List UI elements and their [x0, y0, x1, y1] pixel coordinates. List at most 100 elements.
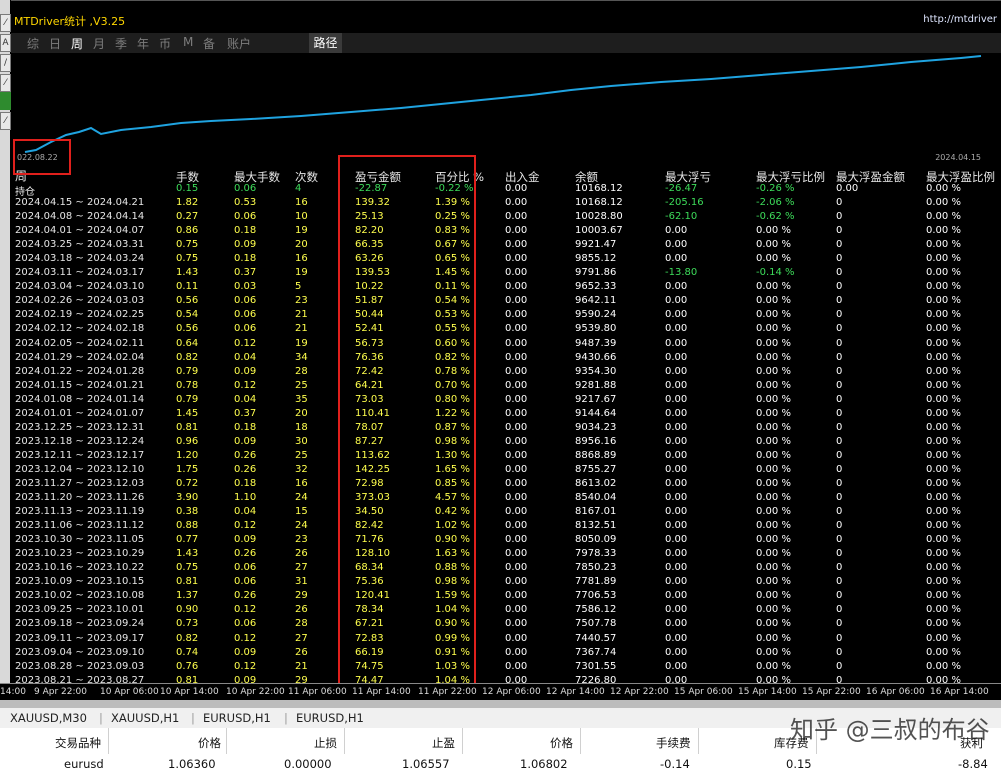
table-cell: 0.00 %	[926, 309, 961, 321]
table-row[interactable]: 2023.10.16 ~ 2023.10.22 0.75 0.06 27 68.34 0.…	[11, 562, 1001, 576]
symbol-tab[interactable]: EURUSD,H1	[203, 711, 271, 725]
table-row[interactable]: 2023.12.04 ~ 2023.12.10 1.75 0.26 32 142.25 1…	[11, 464, 1001, 478]
tab-account[interactable]: 账户	[227, 35, 251, 52]
toolbar-button[interactable]: /	[0, 54, 11, 72]
table-row[interactable]: 2023.10.09 ~ 2023.10.15 0.81 0.06 31 75.36 0.…	[11, 576, 1001, 590]
table-cell: 0.00 %	[756, 562, 791, 574]
col-stop-loss[interactable]: 止损	[314, 735, 337, 751]
toolbar-button[interactable]: ⁄	[0, 112, 11, 130]
col-symbol[interactable]: 交易品种	[55, 735, 101, 751]
table-cell: 0.00	[665, 590, 688, 602]
table-cell: 8956.16	[575, 435, 617, 447]
table-cell: 2023.11.27 ~ 2023.12.03	[15, 477, 145, 489]
tab-year[interactable]: 年	[137, 35, 149, 52]
table-row[interactable]: 2024.03.25 ~ 2024.03.31 0.75 0.09 20 66.35 0.…	[11, 239, 1001, 253]
table-cell: 0.00 %	[756, 463, 791, 475]
table-cell: 2024.04.15 ~ 2024.04.21	[15, 197, 145, 209]
table-row[interactable]: 2023.12.18 ~ 2023.12.24 0.96 0.09 30 87.27 0.…	[11, 436, 1001, 450]
tab-quarter[interactable]: 季	[115, 35, 127, 52]
toolbar-button[interactable]: ⁄	[0, 14, 11, 32]
table-cell: 9791.86	[575, 267, 617, 279]
table-row[interactable]: 2023.10.02 ~ 2023.10.08 1.37 0.26 29 120.41 1…	[11, 590, 1001, 604]
tab-month[interactable]: 月	[93, 35, 105, 52]
table-cell: 持仓	[15, 187, 35, 198]
table-row[interactable]: 2023.11.27 ~ 2023.12.03 0.72 0.18 16 72.98 0.…	[11, 478, 1001, 492]
tab-week[interactable]: 周	[71, 35, 83, 52]
table-row[interactable]: 2023.10.23 ~ 2023.10.29 1.43 0.26 26 128.10 1…	[11, 548, 1001, 562]
chart-end-date: 2024.04.15	[935, 153, 981, 162]
table-row[interactable]: 2023.09.04 ~ 2023.09.10 0.74 0.09 26 66.19 0.…	[11, 647, 1001, 661]
table-cell: 0	[836, 365, 843, 377]
table-row[interactable]: 2024.02.26 ~ 2024.03.03 0.56 0.06 23 51.87 0.…	[11, 295, 1001, 309]
table-row[interactable]: 2024.01.08 ~ 2024.01.14 0.79 0.04 35 73.03 0.…	[11, 394, 1001, 408]
candle-icon[interactable]	[0, 92, 11, 110]
table-row[interactable]: 2024.01.29 ~ 2024.02.04 0.82 0.04 34 76.36 0.…	[11, 352, 1001, 366]
chart-scrollbar[interactable]	[0, 700, 1001, 708]
table-row[interactable]: 2024.04.15 ~ 2024.04.21 1.82 0.53 16 139.32 1…	[11, 197, 1001, 211]
col-current-price[interactable]: 价格	[550, 735, 573, 751]
table-cell: 0.00 %	[926, 520, 961, 532]
table-row[interactable]: 2024.01.15 ~ 2024.01.21 0.78 0.12 25 64.21 0.…	[11, 380, 1001, 394]
table-row[interactable]: 2023.09.18 ~ 2023.09.24 0.73 0.06 28 67.21 0.…	[11, 618, 1001, 632]
table-row[interactable]: 2024.03.18 ~ 2024.03.24 0.75 0.18 16 63.26 0.…	[11, 253, 1001, 267]
col-price[interactable]: 价格	[198, 735, 221, 751]
table-cell: 34	[295, 351, 308, 363]
tab-m[interactable]: M	[183, 35, 193, 49]
table-cell: 0.06	[234, 295, 257, 307]
table-cell: 2024.03.04 ~ 2024.03.10	[15, 281, 145, 293]
order-row[interactable]: eurusd 1.06360 0.00000 1.06557 1.06802 -…	[0, 754, 1001, 776]
symbol-tab[interactable]: XAUUSD,H1	[111, 711, 179, 725]
table-cell: 16	[295, 477, 308, 489]
table-row[interactable]: 2023.09.25 ~ 2023.10.01 0.90 0.12 26 78.34 1.…	[11, 604, 1001, 618]
tab-day[interactable]: 日	[49, 35, 61, 52]
table-row[interactable]: 2024.03.04 ~ 2024.03.10 0.11 0.03 5 10.22 0.1…	[11, 281, 1001, 295]
table-row[interactable]: 2024.02.19 ~ 2024.02.25 0.54 0.06 21 50.44 0.…	[11, 309, 1001, 323]
table-cell: 0.00	[505, 379, 528, 391]
table-row[interactable]: 2023.09.11 ~ 2023.09.17 0.82 0.12 27 72.83 0.…	[11, 633, 1001, 647]
toolbar-button[interactable]: ⁄	[0, 74, 11, 92]
table-cell: 0.00 %	[756, 590, 791, 602]
table-cell: 0.00 %	[756, 309, 791, 321]
col-take-profit[interactable]: 止盈	[432, 735, 455, 751]
table-row[interactable]: 2023.11.20 ~ 2023.11.26 3.90 1.10 24 373.03 4…	[11, 492, 1001, 506]
symbol-tab[interactable]: XAUUSD,M30	[10, 711, 87, 725]
table-row[interactable]: 2023.10.30 ~ 2023.11.05 0.77 0.09 23 71.76 0.…	[11, 534, 1001, 548]
table-row[interactable]: 2023.08.28 ~ 2023.09.03 0.76 0.12 21 74.75 1.…	[11, 661, 1001, 675]
period-tab-bar: 综 日 周 月 季 年 币 M 备 账户 路径	[11, 33, 1001, 53]
table-cell: 0.09	[234, 534, 257, 546]
table-cell: 0.06	[234, 618, 257, 630]
table-row[interactable]: 2024.03.11 ~ 2024.03.17 1.43 0.37 19 139.53 1…	[11, 267, 1001, 281]
app-url[interactable]: http://mtdriver	[923, 14, 997, 25]
toolbar-button[interactable]: A	[0, 34, 11, 52]
table-row[interactable]: 2024.02.05 ~ 2024.02.11 0.64 0.12 19 56.73 0.…	[11, 338, 1001, 352]
table-row[interactable]: 2023.11.13 ~ 2023.11.19 0.38 0.04 15 34.50 0.…	[11, 506, 1001, 520]
highlight-start-date	[13, 139, 71, 175]
col-commission[interactable]: 手续费	[656, 735, 691, 751]
route-button[interactable]: 路径	[309, 33, 342, 53]
table-row[interactable]: 2024.04.01 ~ 2024.04.07 0.86 0.18 19 82.20 0.…	[11, 225, 1001, 239]
table-cell: 0.00	[505, 267, 528, 279]
tab-backup[interactable]: 备	[203, 35, 215, 52]
table-row[interactable]: 2023.12.25 ~ 2023.12.31 0.81 0.18 18 78.07 0.…	[11, 422, 1001, 436]
table-row[interactable]: 2024.01.22 ~ 2024.01.28 0.79 0.09 28 72.42 0.…	[11, 366, 1001, 380]
table-row[interactable]: 2023.11.06 ~ 2023.11.12 0.88 0.12 24 82.42 1.…	[11, 520, 1001, 534]
table-row[interactable]: 持仓 0.15 0.06 4 -22.87 -0.22 % 0.00 10168.12 -26.…	[11, 183, 1001, 198]
table-cell: 0.00	[665, 520, 688, 532]
statistics-panel: MTDriver统计 ,V3.25 http://mtdriver 综 日 周 …	[11, 0, 1001, 686]
tab-separator: |	[191, 711, 195, 725]
table-cell: 0	[836, 604, 843, 616]
table-cell: 9281.88	[575, 379, 617, 391]
table-cell: 2023.11.20 ~ 2023.11.26	[15, 492, 145, 504]
table-row[interactable]: 2024.01.01 ~ 2024.01.07 1.45 0.37 20 110.41 1…	[11, 408, 1001, 422]
tab-summary[interactable]: 综	[27, 35, 39, 52]
table-cell: 0.00	[505, 632, 528, 644]
table-cell: 28	[295, 618, 308, 630]
table-cell: 2024.01.22 ~ 2024.01.28	[15, 365, 145, 377]
symbol-tab[interactable]: EURUSD,H1	[296, 711, 364, 725]
table-row[interactable]: 2024.04.08 ~ 2024.04.14 0.27 0.06 10 25.13 0.…	[11, 211, 1001, 225]
table-row[interactable]: 2024.02.12 ~ 2024.02.18 0.56 0.06 21 52.41 0.…	[11, 323, 1001, 337]
table-cell: 0.00	[665, 365, 688, 377]
tab-currency[interactable]: 币	[159, 35, 171, 52]
table-row[interactable]: 2023.12.11 ~ 2023.12.17 1.20 0.26 25 113.62 1…	[11, 450, 1001, 464]
table-cell: 0.00 %	[756, 646, 791, 658]
